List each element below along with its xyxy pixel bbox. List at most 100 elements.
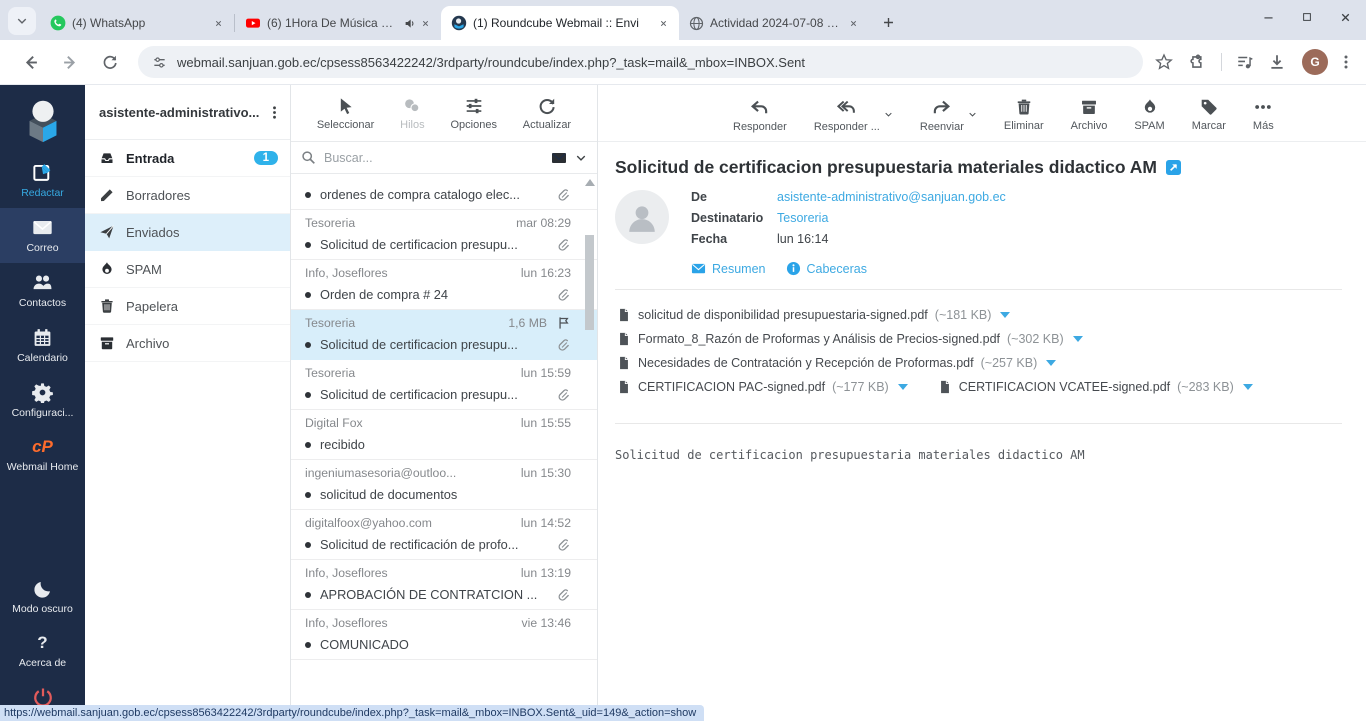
message-row[interactable]: ordenes de compra catalogo elec... bbox=[291, 174, 597, 210]
attachment-item[interactable]: Necesidades de Contratación y Recepción … bbox=[617, 356, 1056, 370]
from-label: De bbox=[691, 190, 777, 204]
downloads-icon[interactable] bbox=[1268, 53, 1286, 71]
attachment-menu-caret-icon[interactable] bbox=[1073, 336, 1083, 342]
delete-button[interactable]: Eliminar bbox=[1004, 98, 1044, 132]
reply-all-icon bbox=[837, 98, 856, 117]
attachment-item[interactable]: solicitud de disponibilidad presupuestar… bbox=[617, 308, 1010, 322]
tab-close-button[interactable] bbox=[845, 15, 861, 31]
folder-entrada[interactable]: Entrada 1 bbox=[85, 140, 290, 177]
options-button[interactable]: Opciones bbox=[450, 97, 496, 131]
folder-borradores[interactable]: Borradores bbox=[85, 177, 290, 214]
to-address[interactable]: Tesoreria bbox=[777, 211, 828, 225]
headers-toggle[interactable]: Cabeceras bbox=[786, 261, 867, 276]
browser-menu-icon[interactable] bbox=[1338, 54, 1354, 70]
media-controls-icon[interactable] bbox=[1236, 53, 1254, 71]
summary-toggle[interactable]: Resumen bbox=[691, 261, 766, 276]
site-settings-icon[interactable] bbox=[152, 55, 167, 70]
address-bar[interactable]: webmail.sanjuan.gob.ec/cpsess8563422242/… bbox=[138, 46, 1143, 78]
message-sender: Tesoreria bbox=[305, 216, 510, 230]
search-options-chevron-icon[interactable] bbox=[575, 152, 587, 164]
back-button[interactable] bbox=[14, 46, 46, 78]
extensions-icon[interactable] bbox=[1189, 53, 1207, 71]
paperclip-icon bbox=[557, 538, 571, 552]
reply-all-menu-chevron-icon[interactable] bbox=[884, 110, 893, 119]
folder-spam[interactable]: SPAM bbox=[85, 251, 290, 288]
profile-avatar[interactable]: G bbox=[1302, 49, 1328, 75]
list-scrollbar[interactable] bbox=[584, 177, 596, 721]
tab-actividad[interactable]: Actividad 2024-07-08 08:00:00 bbox=[679, 6, 869, 40]
inbox-icon bbox=[99, 150, 115, 166]
attachment-menu-caret-icon[interactable] bbox=[1046, 360, 1056, 366]
sidebar-item-redactar[interactable]: Redactar bbox=[0, 153, 85, 208]
tab-whatsapp[interactable]: (4) WhatsApp bbox=[40, 6, 234, 40]
tab-close-button[interactable] bbox=[655, 15, 671, 31]
message-row[interactable]: Tesoreria lun 15:59 Solicitud de certifi… bbox=[291, 360, 597, 410]
folder-options-icon[interactable] bbox=[267, 105, 282, 120]
minimize-button[interactable] bbox=[1262, 11, 1275, 24]
threads-button[interactable]: Hilos bbox=[400, 97, 424, 131]
message-subject: Orden de compra # 24 bbox=[320, 287, 551, 302]
list-toolbar: Seleccionar Hilos Opciones Actualizar bbox=[291, 85, 597, 142]
message-sender: ingeniumasesoria@outloo... bbox=[305, 466, 515, 480]
maximize-button[interactable] bbox=[1301, 11, 1313, 23]
reply-all-button[interactable]: Responder ... bbox=[814, 98, 880, 133]
new-tab-button[interactable] bbox=[875, 9, 901, 35]
forward-menu-chevron-icon[interactable] bbox=[968, 110, 977, 119]
sidebar-item-webmail-home[interactable]: cP Webmail Home bbox=[0, 428, 85, 482]
from-address[interactable]: asistente-administrativo@sanjuan.gob.ec bbox=[777, 190, 1006, 204]
message-row[interactable]: Info, Joseflores vie 13:46 COMUNICADO bbox=[291, 610, 597, 660]
message-row[interactable]: Digital Fox lun 15:55 recibido bbox=[291, 410, 597, 460]
reply-button[interactable]: Responder bbox=[733, 98, 787, 133]
sliders-icon bbox=[465, 97, 483, 115]
attachment-item[interactable]: Formato_8_Razón de Proformas y Análisis … bbox=[617, 332, 1083, 346]
tab-label: (1) Roundcube Webmail :: Envi bbox=[473, 16, 649, 30]
attachment-menu-caret-icon[interactable] bbox=[1000, 312, 1010, 318]
reload-button[interactable] bbox=[94, 46, 126, 78]
tab-close-button[interactable] bbox=[417, 15, 433, 31]
sidebar-item-configuracion[interactable]: Configuraci... bbox=[0, 373, 85, 428]
sidebar-item-contactos[interactable]: Contactos bbox=[0, 263, 85, 318]
attachment-menu-caret-icon[interactable] bbox=[898, 384, 908, 390]
refresh-button[interactable]: Actualizar bbox=[523, 97, 571, 131]
search-scope-mail-icon[interactable] bbox=[551, 150, 567, 166]
audio-playing-icon[interactable] bbox=[404, 17, 417, 30]
select-button[interactable]: Seleccionar bbox=[317, 97, 374, 131]
sidebar-item-correo[interactable]: Correo bbox=[0, 208, 85, 263]
globe-icon bbox=[689, 16, 704, 31]
search-input[interactable]: Buscar... bbox=[324, 151, 543, 165]
forward-button[interactable] bbox=[54, 46, 86, 78]
message-row[interactable]: digitalfoox@yahoo.com lun 14:52 Solicitu… bbox=[291, 510, 597, 560]
message-row[interactable]: Tesoreria mar 08:29 Solicitud de certifi… bbox=[291, 210, 597, 260]
mark-button[interactable]: Marcar bbox=[1192, 98, 1226, 132]
more-button[interactable]: Más bbox=[1253, 98, 1274, 132]
message-subject: APROBACIÓN DE CONTRATCION ... bbox=[320, 587, 551, 602]
attachment-item[interactable]: CERTIFICACION VCATEE-signed.pdf (~283 KB… bbox=[938, 380, 1253, 394]
message-row[interactable]: Info, Joseflores lun 16:23 Orden de comp… bbox=[291, 260, 597, 310]
forward-button-mail[interactable]: Reenviar bbox=[920, 98, 964, 133]
archive-button[interactable]: Archivo bbox=[1071, 98, 1108, 132]
message-row[interactable]: Info, Joseflores lun 13:19 APROBACIÓN DE… bbox=[291, 560, 597, 610]
tab-youtube[interactable]: (6) 1Hora De Música Con M bbox=[235, 6, 441, 40]
bookmark-star-icon[interactable] bbox=[1155, 53, 1173, 71]
webmail-logo bbox=[0, 85, 85, 153]
message-row[interactable]: Tesoreria 1,6 MB Solicitud de certificac… bbox=[291, 310, 597, 360]
message-subject: Solicitud de certificacion presupu... bbox=[320, 237, 551, 252]
url-text: webmail.sanjuan.gob.ec/cpsess8563422242/… bbox=[177, 55, 805, 70]
attachment-item[interactable]: CERTIFICACION PAC-signed.pdf (~177 KB) bbox=[617, 380, 908, 394]
open-in-new-window-icon[interactable] bbox=[1166, 160, 1181, 175]
attachment-menu-caret-icon[interactable] bbox=[1243, 384, 1253, 390]
sidebar-item-modo-oscuro[interactable]: Modo oscuro bbox=[0, 570, 85, 624]
spam-button[interactable]: SPAM bbox=[1134, 98, 1164, 132]
close-window-button[interactable] bbox=[1339, 11, 1352, 24]
folder-papelera[interactable]: Papelera bbox=[85, 288, 290, 325]
folder-enviados[interactable]: Enviados bbox=[85, 214, 290, 251]
sidebar-item-calendario[interactable]: Calendario bbox=[0, 318, 85, 373]
tab-label: (6) 1Hora De Música Con M bbox=[267, 16, 398, 30]
message-list-panel: Seleccionar Hilos Opciones Actualizar Bu… bbox=[291, 85, 598, 721]
tab-search-button[interactable] bbox=[8, 7, 36, 35]
sidebar-item-acerca-de[interactable]: ? Acerca de bbox=[0, 624, 85, 678]
tab-roundcube-active[interactable]: (1) Roundcube Webmail :: Envi bbox=[441, 6, 679, 40]
message-row[interactable]: ingeniumasesoria@outloo... lun 15:30 sol… bbox=[291, 460, 597, 510]
tab-close-button[interactable] bbox=[210, 15, 226, 31]
folder-archivo[interactable]: Archivo bbox=[85, 325, 290, 362]
